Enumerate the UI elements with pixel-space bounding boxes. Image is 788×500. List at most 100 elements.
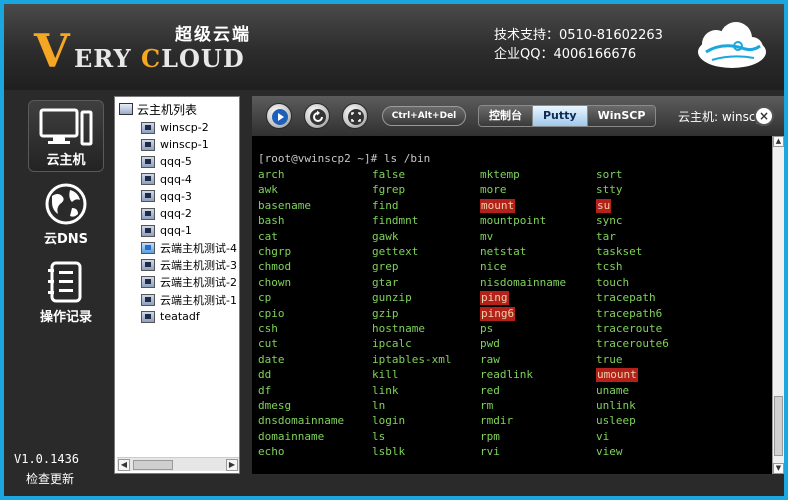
terminal-file-name: tracepath	[596, 291, 656, 305]
nav-item-label: 云主机	[46, 153, 86, 168]
terminal-file-name: red	[480, 383, 500, 397]
linux-vm-icon	[141, 173, 155, 186]
tree-item[interactable]: qqq-2	[141, 205, 192, 222]
host-list-icon	[119, 103, 133, 115]
tree-item[interactable]: qqq-5	[141, 153, 192, 170]
terminal-line: chgrp gettext netstat taskset	[258, 245, 770, 260]
scrollbar-thumb[interactable]	[774, 396, 783, 456]
tree-item[interactable]: 云端主机测试-4	[141, 239, 237, 256]
terminal-file-name: chgrp	[258, 245, 292, 258]
terminal-line: domainname ls rpm vi	[258, 430, 770, 445]
terminal-file-name: lsblk	[372, 445, 406, 459]
terminal-file-name: link	[372, 383, 399, 397]
terminal-line: basename find mount su	[258, 198, 770, 214]
tree-item[interactable]: 云端主机测试-2	[141, 274, 237, 291]
tree-item-label: qqq-2	[160, 207, 192, 220]
terminal-file-name: dnsdomainname	[258, 414, 345, 428]
version-label: V1.0.1436	[14, 452, 80, 466]
terminal-file-name: sort	[596, 168, 623, 181]
terminal-file-name: raw	[480, 352, 500, 366]
support-info: 技术支持：0510-81602263 企业QQ：4006166676	[494, 26, 663, 64]
ctrl-alt-del-button[interactable]: Ctrl+Alt+Del	[382, 106, 466, 126]
linux-vm-icon	[141, 259, 155, 272]
linux-vm-icon	[141, 138, 155, 151]
terminal-file-name: sync	[596, 214, 623, 228]
terminal-file-name: taskset	[596, 245, 643, 258]
terminal-line: cp gunzip ping tracepath	[258, 291, 770, 306]
terminal-file-name: usleep	[596, 414, 636, 428]
tree-root[interactable]: 云主机列表	[119, 101, 197, 118]
fullscreen-button[interactable]	[342, 103, 368, 129]
scroll-left-arrow-icon[interactable]: ◀	[118, 459, 130, 471]
terminal-file-name: rpm	[480, 429, 500, 443]
terminal-file-name: ps	[480, 322, 494, 335]
terminal-file-name: fgrep	[372, 183, 406, 197]
left-nav: 云主机 云DNS 操作记录 V1.0.1436 检查更新	[4, 90, 106, 496]
console-tabs: 控制台 Putty WinSCP	[478, 105, 657, 127]
nav-item-cloud-dns[interactable]: 云DNS	[28, 176, 104, 248]
play-icon	[272, 109, 288, 125]
tree-item[interactable]: qqq-3	[141, 188, 192, 205]
terminal-file-name: csh	[258, 322, 278, 335]
tree-item[interactable]: qqq-4	[141, 171, 192, 188]
tree-item[interactable]: winscp-2	[141, 119, 209, 136]
terminal-file-name: unlink	[596, 399, 636, 412]
terminal-vertical-scrollbar[interactable]: ▲ ▼	[772, 136, 784, 474]
cloud-icon	[698, 22, 766, 68]
terminal-file-name: find	[372, 198, 399, 212]
tree-horizontal-scrollbar[interactable]: ◀ ▶	[117, 457, 239, 471]
terminal-file-name: readlink	[480, 368, 533, 382]
console-panel: Ctrl+Alt+Del 控制台 Putty WinSCP 云主机: winsc…	[252, 96, 784, 474]
brand-wordmark: ERY CLOUD	[74, 44, 245, 74]
terminal-screen[interactable]: [root@vwinscp2 ~]# ls /bin arch false mkte…	[258, 150, 770, 468]
terminal-line: cut ipcalc pwd traceroute6	[258, 337, 770, 352]
tab-winscp[interactable]: WinSCP	[587, 106, 656, 126]
play-button[interactable]	[266, 103, 292, 129]
terminal-line: echo lsblk rvi view	[258, 445, 770, 460]
terminal-file-name: tar	[596, 229, 616, 243]
terminal-file-name: cat	[258, 229, 278, 243]
linux-vm-icon	[141, 190, 155, 203]
tree-item[interactable]: winscp-1	[141, 136, 209, 153]
console-toolbar: Ctrl+Alt+Del 控制台 Putty WinSCP 云主机: winsc…	[252, 96, 784, 136]
tree-item[interactable]: 云端主机测试-3	[141, 257, 237, 274]
terminal-file-name: netstat	[480, 245, 527, 258]
terminal-file-name: chown	[258, 275, 292, 289]
app-window: 超级云端 V ERY CLOUD 技术支持：0510-81602263 企业QQ…	[4, 4, 784, 496]
scroll-right-arrow-icon[interactable]: ▶	[226, 459, 238, 471]
tree-item[interactable]: qqq-1	[141, 222, 192, 239]
scroll-down-arrow-icon[interactable]: ▼	[773, 463, 784, 474]
tree-item[interactable]: 云端主机测试-1	[141, 291, 237, 308]
tree-item[interactable]: teatadf	[141, 308, 200, 325]
terminal-line: cat gawk mv tar	[258, 230, 770, 245]
terminal-file-name: traceroute	[596, 322, 663, 335]
terminal-file-name: stty	[596, 183, 623, 197]
refresh-button[interactable]	[304, 103, 330, 129]
nav-item-operation-log[interactable]: 操作记录	[28, 254, 104, 326]
terminal-file-name: cut	[258, 337, 278, 351]
terminal-file-name: touch	[596, 275, 630, 289]
nav-item-label: 操作记录	[39, 310, 92, 325]
terminal-file-name: tracepath6	[596, 306, 663, 320]
terminal-file-name: findmnt	[372, 214, 419, 228]
scrollbar-thumb[interactable]	[133, 460, 173, 470]
terminal-file-name: traceroute6	[596, 337, 669, 351]
terminal-file-name: mv	[480, 229, 494, 243]
linux-vm-icon	[141, 121, 155, 134]
terminal-file-name: ln	[372, 399, 386, 412]
scroll-up-arrow-icon[interactable]: ▲	[773, 136, 784, 147]
linux-vm-icon	[141, 224, 155, 237]
brand-wordmark-part: ERY	[74, 44, 141, 73]
terminal-file-highlighted: ping6	[480, 306, 516, 321]
terminal-file-name: ls	[372, 429, 386, 443]
close-icon[interactable]: ×	[754, 106, 774, 126]
nav-item-cloud-host[interactable]: 云主机	[28, 100, 104, 172]
terminal-file-name: uname	[596, 383, 630, 397]
terminal-file-name: vi	[596, 429, 610, 443]
tree-item-label: 云端主机测试-4	[160, 241, 237, 255]
terminal-file-highlighted: mount	[480, 198, 516, 213]
tab-console[interactable]: 控制台	[479, 106, 533, 126]
tree-item-label: 云端主机测试-2	[160, 276, 237, 290]
tab-putty[interactable]: Putty	[533, 106, 588, 126]
check-update-link[interactable]: 检查更新	[26, 470, 74, 487]
